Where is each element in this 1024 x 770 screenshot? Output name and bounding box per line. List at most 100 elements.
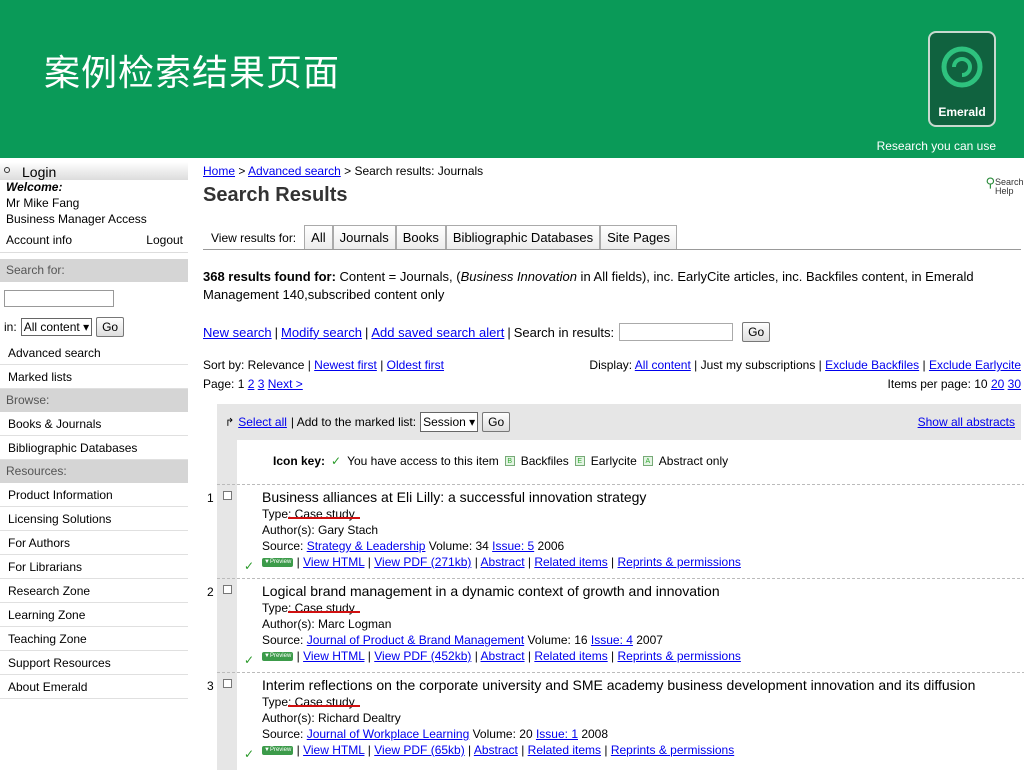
sidebar-item-for-authors[interactable]: For Authors <box>0 531 188 555</box>
breadcrumb-advanced-search[interactable]: Advanced search <box>248 164 341 178</box>
items-per-page: Items per page: 10 20 30 <box>888 376 1021 392</box>
issue-link[interactable]: Issue: 4 <box>591 633 633 647</box>
result-title[interactable]: Business alliances at Eli Lilly: a succe… <box>262 489 741 505</box>
sidebar-item-about-emerald[interactable]: About Emerald <box>0 675 188 699</box>
journal-link[interactable]: Strategy & Leadership <box>307 539 426 553</box>
display-all-link[interactable]: All content <box>635 358 691 372</box>
sidebar-go-button[interactable]: Go <box>96 317 125 337</box>
view-html-link[interactable]: View HTML <box>303 743 364 757</box>
page-2-link[interactable]: 2 <box>248 377 255 391</box>
sep: | <box>507 324 511 340</box>
view-html-link[interactable]: View HTML <box>303 649 364 663</box>
tab-journals[interactable]: Journals <box>332 225 396 249</box>
sidebar-item-bibliographic-databases[interactable]: Bibliographic Databases <box>0 436 188 460</box>
next-page-link[interactable]: Next > <box>268 377 303 391</box>
abstract-link[interactable]: Abstract <box>474 743 518 757</box>
search-in-results-input[interactable] <box>619 323 734 341</box>
result-type: Type: Case study <box>262 601 355 615</box>
result-body: Interim reflections on the corporate uni… <box>262 677 975 758</box>
tab-books[interactable]: Books <box>395 225 446 249</box>
add-alert-link[interactable]: Add saved search alert <box>371 325 504 340</box>
sort-oldest-link[interactable]: Oldest first <box>387 358 444 372</box>
key-backfiles-label: Backfiles <box>520 454 569 468</box>
ipp-20-link[interactable]: 20 <box>991 377 1004 391</box>
year: 2007 <box>632 633 663 647</box>
red-underline <box>288 611 360 613</box>
view-pdf-link[interactable]: View PDF (271kb) <box>374 555 471 569</box>
account-info-link[interactable]: Account info <box>6 233 72 252</box>
sidebar-item-learning-zone[interactable]: Learning Zone <box>0 603 188 627</box>
sidebar-item-books-journals[interactable]: Books & Journals <box>0 412 188 436</box>
select-all-link[interactable]: Select all <box>238 415 287 429</box>
abstract-link[interactable]: Abstract <box>481 555 525 569</box>
sidebar-item-support-resources[interactable]: Support Resources <box>0 651 188 675</box>
issue-link[interactable]: Issue: 5 <box>492 539 534 553</box>
result-query-a: Content = Journals, ( <box>335 269 461 284</box>
main-content: Home > Advanced search > Search results:… <box>203 162 1024 770</box>
result-checkbox[interactable] <box>223 491 232 500</box>
related-items-link[interactable]: Related items <box>528 743 601 757</box>
year: 2008 <box>578 727 609 741</box>
tab-all[interactable]: All <box>304 225 333 249</box>
result-title[interactable]: Logical brand management in a dynamic co… <box>262 583 741 599</box>
result-title[interactable]: Interim reflections on the corporate uni… <box>262 677 975 693</box>
new-search-link[interactable]: New search <box>203 325 272 340</box>
result-checkbox[interactable] <box>223 679 232 688</box>
logout-link[interactable]: Logout <box>146 233 183 252</box>
sidebar-item-product-information[interactable]: Product Information <box>0 483 188 507</box>
related-items-link[interactable]: Related items <box>534 649 607 663</box>
sort-newest-link[interactable]: Newest first <box>314 358 377 372</box>
view-pdf-link[interactable]: View PDF (65kb) <box>374 743 464 757</box>
results-go-button[interactable]: Go <box>742 322 771 342</box>
issue-link[interactable]: Issue: 1 <box>536 727 578 741</box>
view-pdf-link[interactable]: View PDF (452kb) <box>374 649 471 663</box>
show-all-abstracts-link[interactable]: Show all abstracts <box>918 415 1015 429</box>
sidebar-item-licensing-solutions[interactable]: Licensing Solutions <box>0 507 188 531</box>
result-checkbox[interactable] <box>223 585 232 594</box>
breadcrumb-home[interactable]: Home <box>203 164 235 178</box>
access-check-icon: ✓ <box>244 747 255 761</box>
reprints-link[interactable]: Reprints & permissions <box>618 555 741 569</box>
key-abstract-label: Abstract only <box>658 454 729 468</box>
add-marked-label: | Add to the marked list: <box>290 415 417 429</box>
sidebar-item-advanced-search[interactable]: Advanced search <box>0 341 188 365</box>
tagline: Research you can use <box>876 139 996 153</box>
reprints-link[interactable]: Reprints & permissions <box>618 649 741 663</box>
preview-button[interactable]: ▼Preview <box>262 558 294 568</box>
result-author: Author(s): Gary Stach <box>262 523 379 537</box>
tab-bibliographic-databases[interactable]: Bibliographic Databases <box>445 225 601 249</box>
marked-list-select[interactable]: Session ▾ <box>420 412 479 432</box>
marked-go-button[interactable]: Go <box>482 412 511 432</box>
related-items-link[interactable]: Related items <box>534 555 607 569</box>
ipp-30-link[interactable]: 30 <box>1008 377 1021 391</box>
exclude-backfiles-link[interactable]: Exclude Backfiles <box>825 358 919 372</box>
reprints-link[interactable]: Reprints & permissions <box>611 743 734 757</box>
login-header[interactable]: Login <box>0 162 188 180</box>
search-help-icon[interactable]: ⚲Search Help <box>985 176 1024 196</box>
exclude-earlycite-link[interactable]: Exclude Earlycite <box>929 358 1021 372</box>
login-bullet-icon <box>4 167 10 173</box>
journal-link[interactable]: Journal of Product & Brand Management <box>307 633 524 647</box>
preview-button[interactable]: ▼Preview <box>262 652 294 662</box>
display-label: Display: <box>589 358 635 372</box>
year: 2006 <box>534 539 565 553</box>
scope-select[interactable]: All content ▾ <box>20 318 93 336</box>
view-html-link[interactable]: View HTML <box>303 555 364 569</box>
preview-button[interactable]: ▼Preview <box>262 746 294 756</box>
search-scope-row: in: All content ▾ Go <box>0 307 188 341</box>
result-author: Author(s): Richard Dealtry <box>262 711 401 725</box>
sidebar-item-research-zone[interactable]: Research Zone <box>0 579 188 603</box>
view-results-label: View results for: <box>211 231 297 245</box>
source-label: Source: <box>262 539 307 553</box>
sidebar-item-teaching-zone[interactable]: Teaching Zone <box>0 627 188 651</box>
sidebar-search-input[interactable] <box>4 290 114 307</box>
page-label: Page: 1 <box>203 377 248 391</box>
tab-site-pages[interactable]: Site Pages <box>600 225 677 249</box>
sidebar-item-for-librarians[interactable]: For Librarians <box>0 555 188 579</box>
journal-link[interactable]: Journal of Workplace Learning <box>307 727 470 741</box>
abstract-link[interactable]: Abstract <box>481 649 525 663</box>
page-3-link[interactable]: 3 <box>258 377 265 391</box>
search-help-label: Search Help <box>995 177 1024 196</box>
modify-search-link[interactable]: Modify search <box>281 325 362 340</box>
sidebar-item-marked-lists[interactable]: Marked lists <box>0 365 188 389</box>
